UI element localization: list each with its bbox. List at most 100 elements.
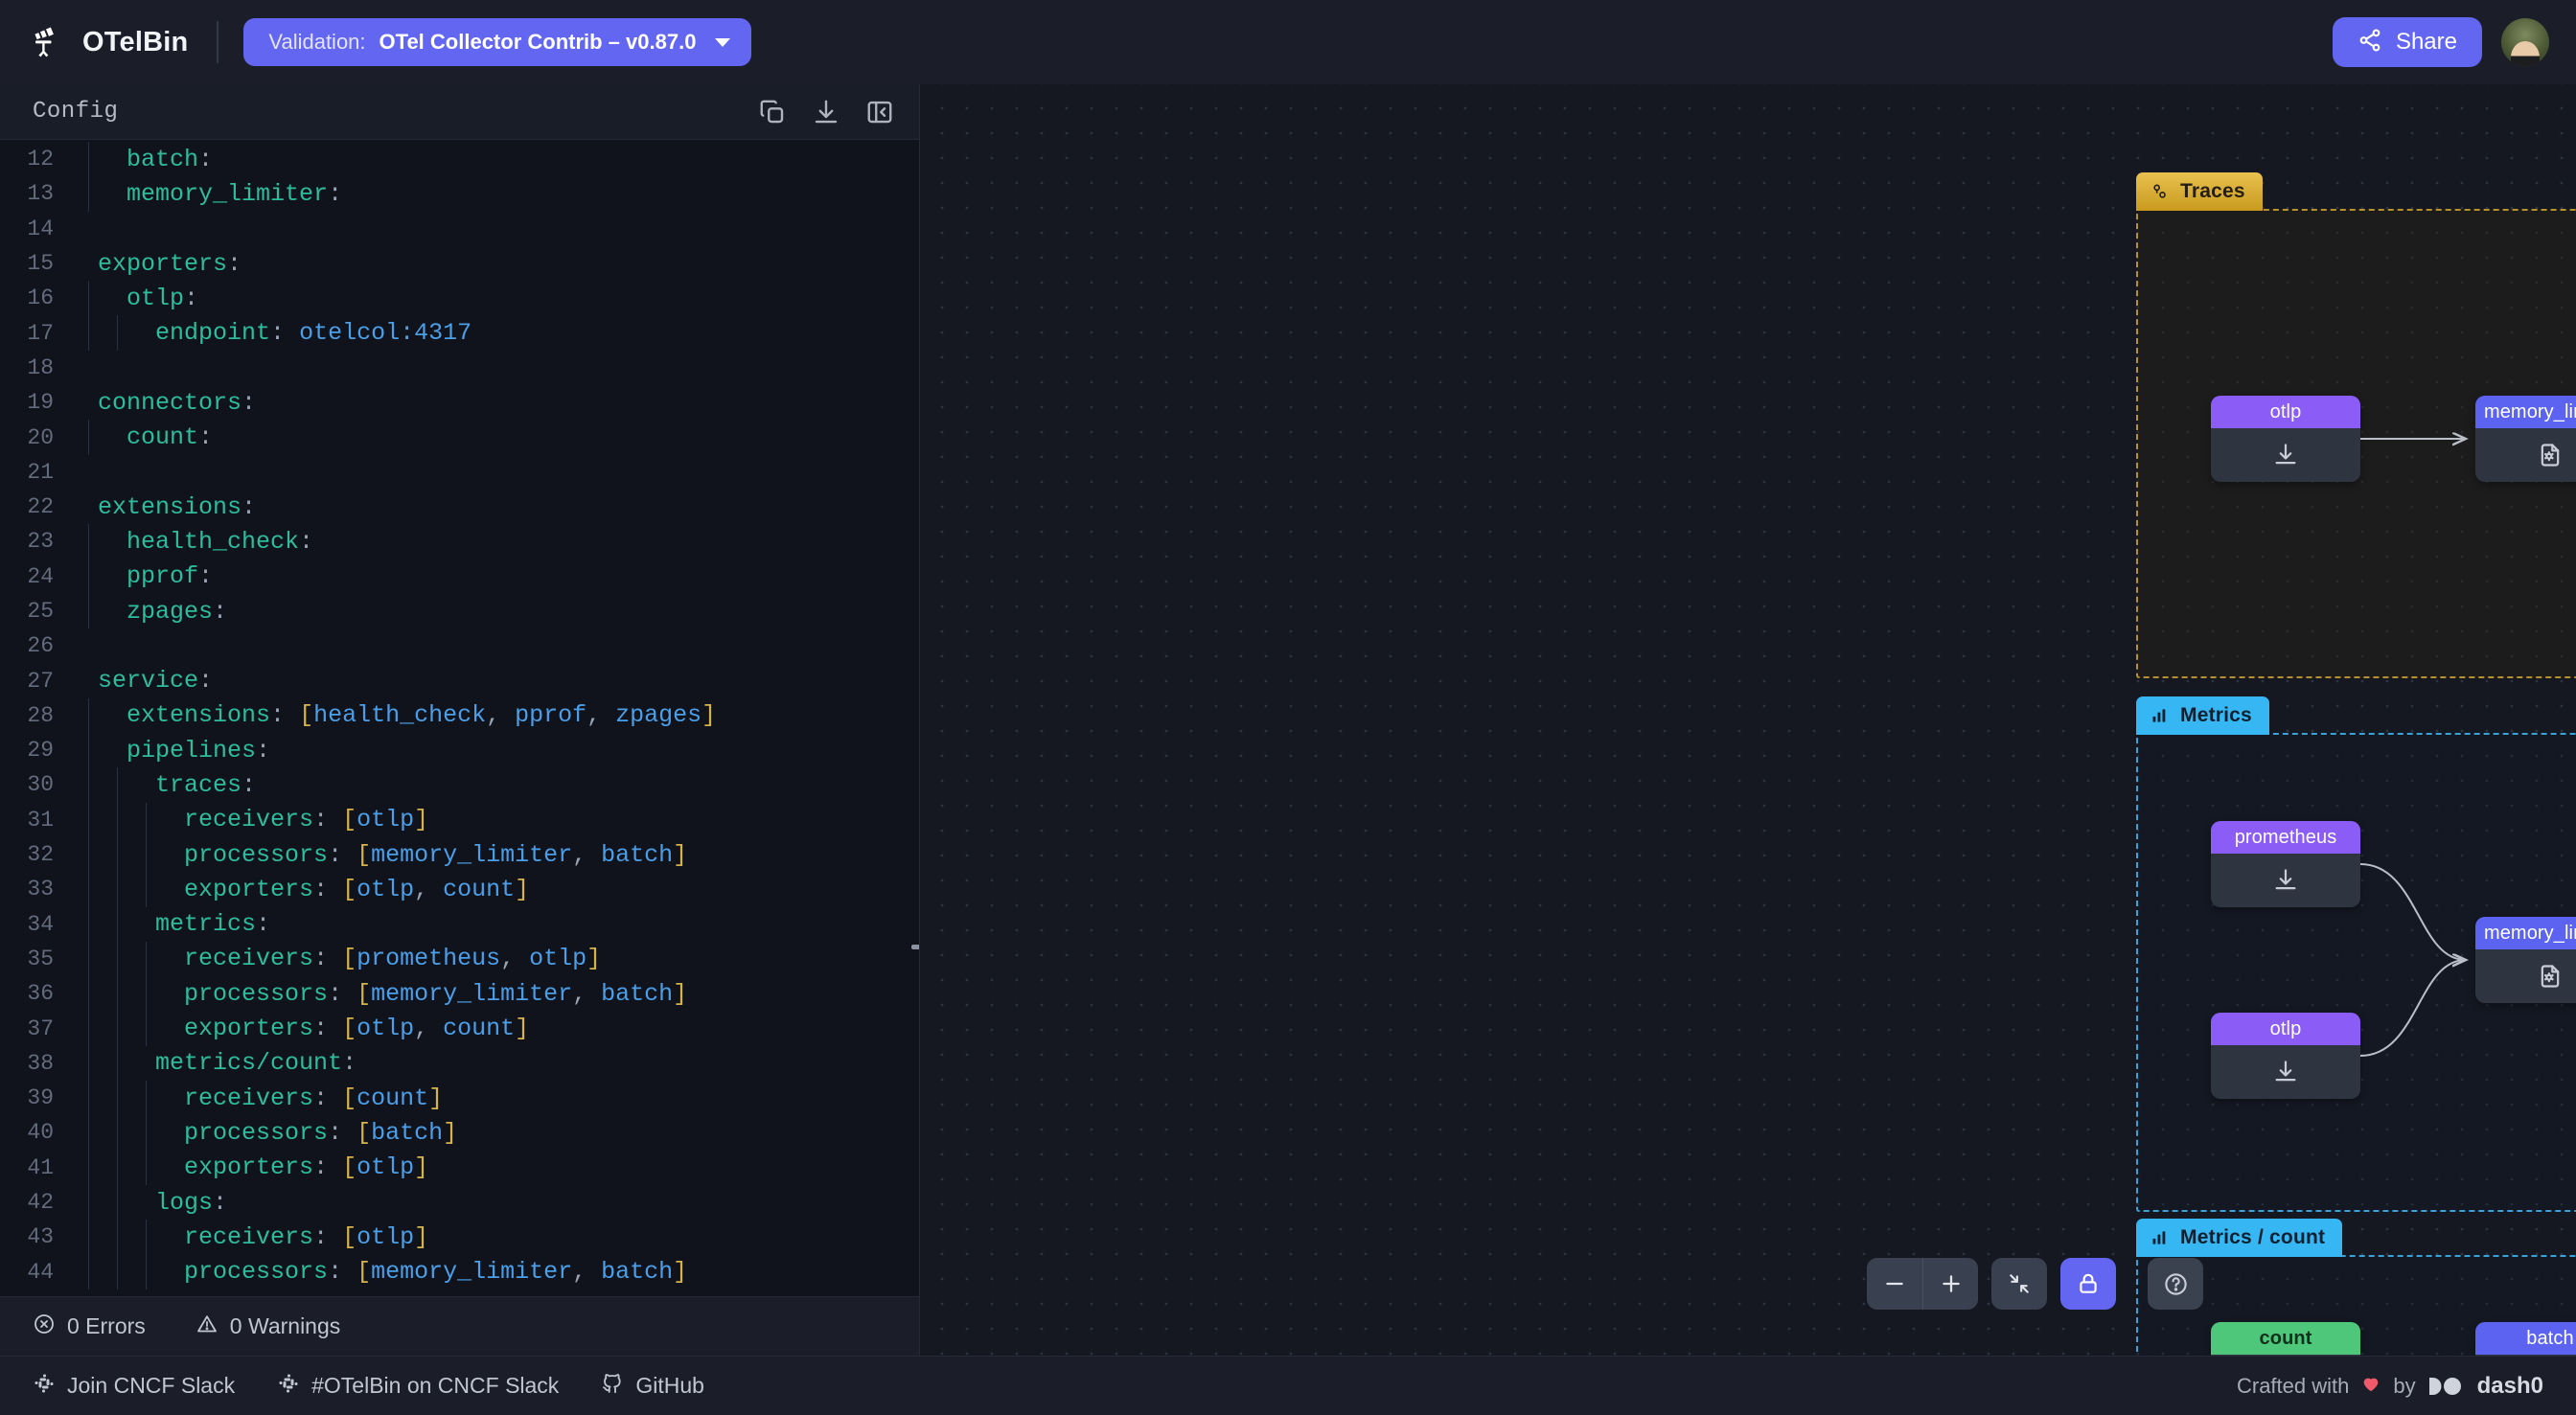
code-line[interactable]: 38 metrics/count:	[0, 1046, 919, 1081]
code-text: exporters: [otlp, count]	[69, 1015, 529, 1042]
download-icon	[2211, 1045, 2360, 1099]
code-line[interactable]: 23 health_check:	[0, 524, 919, 559]
line-number: 29	[0, 738, 69, 763]
line-number: 16	[0, 285, 69, 310]
pipeline-node[interactable]: prometheus	[2211, 821, 2360, 907]
indent-guide	[88, 1046, 89, 1081]
code-line[interactable]: 36 processors: [memory_limiter, batch]	[0, 976, 919, 1011]
code-line[interactable]: 34 metrics:	[0, 907, 919, 942]
code-line[interactable]: 13 memory_limiter:	[0, 176, 919, 211]
code-line[interactable]: 25 zpages:	[0, 594, 919, 628]
code-line[interactable]: 37 exporters: [otlp, count]	[0, 1011, 919, 1045]
code-text: traces:	[69, 771, 256, 799]
zoom-in-button[interactable]	[1922, 1258, 1978, 1310]
validation-dropdown[interactable]: Validation: OTel Collector Contrib – v0.…	[243, 18, 751, 66]
line-number: 38	[0, 1051, 69, 1076]
collapse-panel-icon[interactable]	[865, 98, 894, 126]
editor-resize-handle[interactable]	[911, 945, 919, 949]
code-line[interactable]: 29 pipelines:	[0, 733, 919, 767]
code-line-content: batch:	[69, 142, 919, 176]
pipeline-node[interactable]: memory_limiter	[2475, 917, 2576, 1003]
share-button[interactable]: Share	[2333, 17, 2482, 67]
indent-guide	[117, 942, 118, 976]
footer-link-github[interactable]: GitHub	[601, 1372, 704, 1401]
indent-guide	[88, 559, 89, 594]
indent-guide	[88, 524, 89, 559]
code-line-content: pprof:	[69, 559, 919, 594]
header-actions: Share	[2333, 17, 2549, 67]
pipeline-node[interactable]: batch	[2475, 1322, 2576, 1356]
fit-view-button[interactable]	[1991, 1258, 2047, 1310]
pipeline-node[interactable]: memory_limiter	[2475, 396, 2576, 482]
indent-guide	[88, 1255, 89, 1289]
code-line[interactable]: 19 connectors:	[0, 385, 919, 420]
pipeline-canvas[interactable]: Tracesotlpmemory_limiterbatchotlpcount M…	[920, 84, 2576, 1356]
code-line[interactable]: 14	[0, 212, 919, 246]
code-line-content	[69, 351, 919, 385]
line-number: 39	[0, 1085, 69, 1110]
footer-link-label: GitHub	[635, 1373, 704, 1399]
code-line[interactable]: 39 receivers: [count]	[0, 1081, 919, 1115]
code-line[interactable]: 16 otlp:	[0, 281, 919, 315]
code-text: logs:	[69, 1189, 227, 1217]
code-line[interactable]: 24 pprof:	[0, 559, 919, 594]
indent-guide	[146, 1081, 147, 1115]
code-line[interactable]: 35 receivers: [prometheus, otlp]	[0, 942, 919, 976]
code-line[interactable]: 22 extensions:	[0, 490, 919, 524]
pipeline-node[interactable]: otlp	[2211, 1013, 2360, 1099]
dash0-name: dash0	[2477, 1373, 2543, 1400]
code-line[interactable]: 33 exporters: [otlp, count]	[0, 872, 919, 906]
code-line[interactable]: 20 count:	[0, 420, 919, 454]
code-line[interactable]: 27 service:	[0, 663, 919, 697]
lock-button[interactable]	[2060, 1258, 2116, 1310]
code-line[interactable]: 18	[0, 351, 919, 385]
code-line-content: endpoint: otelcol:4317	[69, 315, 919, 350]
code-line[interactable]: 44 processors: [memory_limiter, batch]	[0, 1255, 919, 1289]
error-count[interactable]: 0 Errors	[33, 1312, 146, 1341]
code-line[interactable]: 41 exporters: [otlp]	[0, 1151, 919, 1185]
indent-guide	[88, 837, 89, 872]
brand[interactable]: OTelBin	[31, 24, 188, 60]
line-number: 12	[0, 147, 69, 171]
avatar[interactable]	[2501, 18, 2549, 66]
code-area[interactable]: 12 batch:13 memory_limiter:1415 exporter…	[0, 140, 919, 1296]
download-icon[interactable]	[812, 98, 840, 126]
pipeline-node[interactable]: count	[2211, 1322, 2360, 1356]
footer-link-otelbin-channel[interactable]: #OTelBin on CNCF Slack	[277, 1372, 559, 1401]
warning-count[interactable]: 0 Warnings	[196, 1312, 340, 1341]
help-button[interactable]	[2148, 1258, 2203, 1310]
node-label: count	[2211, 1322, 2360, 1355]
code-text: exporters:	[69, 250, 242, 278]
code-line-content: processors: [memory_limiter, batch]	[69, 837, 919, 872]
code-line-content: receivers: [otlp]	[69, 803, 919, 837]
indent-guide	[117, 1255, 118, 1289]
pipeline-node[interactable]: otlp	[2211, 396, 2360, 482]
code-line[interactable]: 42 logs:	[0, 1185, 919, 1220]
footer-link-join-cncf-slack[interactable]: Join CNCF Slack	[33, 1372, 235, 1401]
line-number: 19	[0, 390, 69, 415]
pipeline-traces[interactable]: Tracesotlpmemory_limiterbatchotlpcount	[2136, 209, 2576, 678]
indent-guide	[117, 1151, 118, 1185]
code-line-content: processors: [memory_limiter, batch]	[69, 976, 919, 1011]
code-line[interactable]: 30 traces:	[0, 767, 919, 802]
code-line[interactable]: 28 extensions: [health_check, pprof, zpa…	[0, 698, 919, 733]
code-line[interactable]: 26	[0, 628, 919, 663]
zoom-out-button[interactable]	[1867, 1258, 1922, 1310]
code-line[interactable]: 21	[0, 455, 919, 490]
code-text: extensions: [health_check, pprof, zpages…	[69, 701, 716, 729]
pipeline-metrics[interactable]: Metricsprometheusotlpmemory_limiterbatch…	[2136, 733, 2576, 1212]
indent-guide	[88, 1185, 89, 1220]
code-line[interactable]: 12 batch:	[0, 142, 919, 176]
code-line[interactable]: 40 processors: [batch]	[0, 1115, 919, 1150]
code-line[interactable]: 15 exporters:	[0, 246, 919, 281]
code-line[interactable]: 32 processors: [memory_limiter, batch]	[0, 837, 919, 872]
dash0-logo[interactable]: dash0	[2427, 1373, 2543, 1400]
code-line[interactable]: 31 receivers: [otlp]	[0, 803, 919, 837]
code-line-content: metrics:	[69, 907, 919, 942]
code-text: service:	[69, 667, 213, 695]
code-text: processors: [memory_limiter, batch]	[69, 1258, 687, 1286]
code-line[interactable]: 43 receivers: [otlp]	[0, 1220, 919, 1254]
app-footer: Join CNCF Slack #OTelBin on CNCF Slack G…	[0, 1356, 2576, 1415]
copy-icon[interactable]	[758, 98, 787, 126]
code-line[interactable]: 17 endpoint: otelcol:4317	[0, 315, 919, 350]
